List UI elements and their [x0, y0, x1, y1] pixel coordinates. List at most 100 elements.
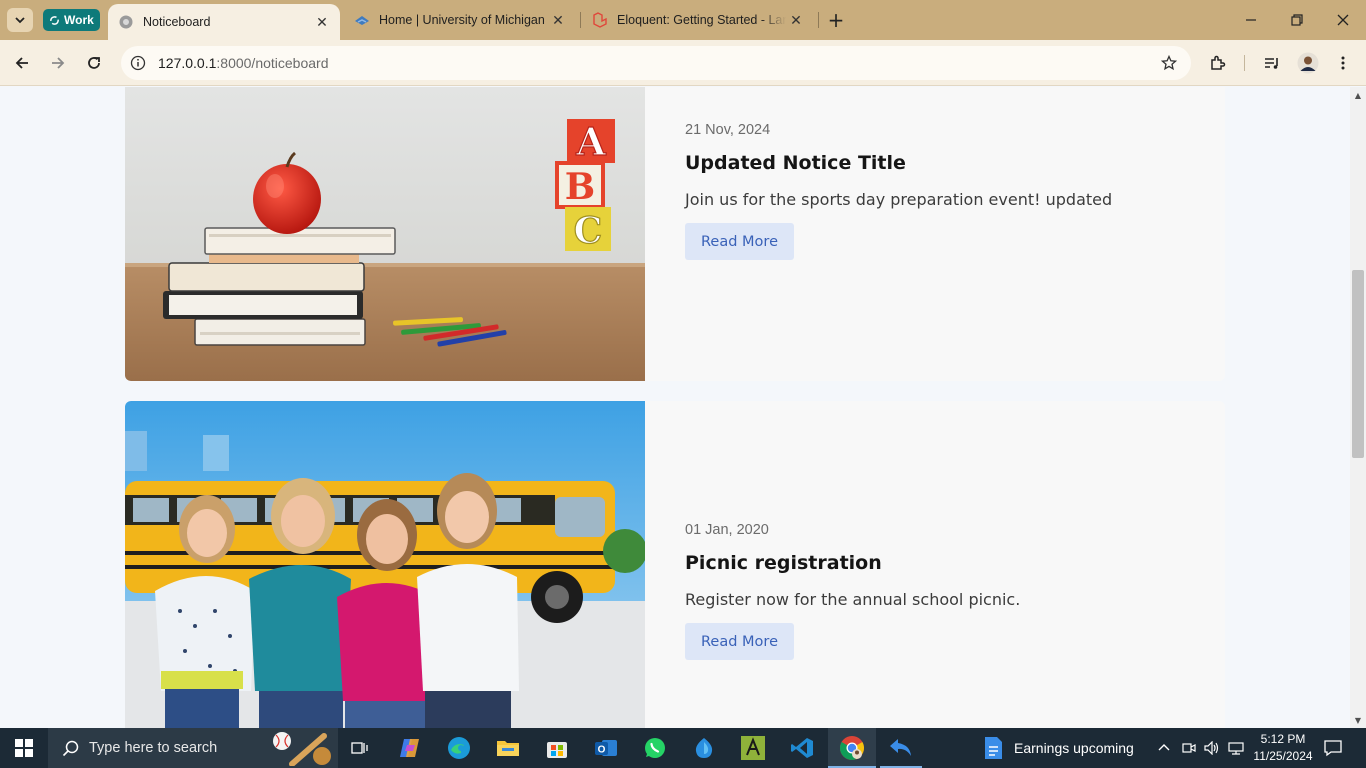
notice-date: 01 Jan, 2020	[685, 522, 769, 538]
app-drop-icon	[695, 738, 713, 758]
notification-center[interactable]	[1322, 728, 1344, 768]
more-vertical-icon	[1341, 56, 1345, 70]
profile-work-badge[interactable]: Work	[43, 9, 100, 31]
tab-separator	[818, 12, 819, 28]
tab-eloquent-laravel[interactable]: Eloquent: Getting Started - Laravel ✕	[592, 0, 812, 40]
browser-toolbar: 127.0.0.1:8000/noticeboard	[0, 40, 1366, 86]
laravel-favicon-icon	[592, 12, 608, 28]
news-widget[interactable]: Earnings upcoming	[982, 728, 1134, 768]
minimize-button[interactable]	[1239, 8, 1263, 32]
chrome-icon	[840, 736, 864, 760]
clock-date: 11/25/2024	[1253, 749, 1313, 763]
tray-network[interactable]	[1180, 728, 1198, 768]
media-queue-icon	[1265, 58, 1278, 69]
bookmark-star-icon[interactable]	[1159, 53, 1179, 73]
show-hidden-icons[interactable]	[1155, 728, 1173, 768]
url-path: :8000/noticeboard	[216, 55, 329, 71]
svg-text:B: B	[565, 166, 595, 208]
notice-card: 01 Jan, 2020 Picnic registration Registe…	[125, 401, 1225, 728]
arrow-right-icon	[52, 57, 65, 69]
baseball-bat-icon	[273, 732, 331, 766]
taskbar-store[interactable]	[543, 728, 571, 768]
news-text: Earnings upcoming	[1014, 740, 1134, 756]
notice-description: Join us for the sports day preparation e…	[685, 190, 1113, 209]
close-tab-icon[interactable]: ✕	[786, 10, 806, 30]
tab-title: Noticeboard	[143, 15, 211, 29]
extensions-button[interactable]	[1206, 51, 1230, 75]
taskbar-app-arrow[interactable]	[887, 728, 915, 768]
tray-ethernet[interactable]	[1227, 728, 1245, 768]
taskbar-edge[interactable]	[445, 728, 473, 768]
close-tab-icon[interactable]: ✕	[312, 12, 332, 32]
notice-image-apple-books: A B C	[125, 87, 645, 381]
meet-now-icon	[1182, 743, 1196, 753]
taskbar-app-blue[interactable]	[690, 728, 718, 768]
search-icon	[62, 740, 79, 756]
task-view-button[interactable]	[346, 728, 374, 768]
scroll-down-arrow-icon[interactable]: ▼	[1350, 712, 1366, 728]
scroll-thumb[interactable]	[1352, 270, 1364, 458]
profile-avatar-button[interactable]	[1296, 51, 1320, 75]
scroll-up-arrow-icon[interactable]: ▲	[1350, 87, 1366, 103]
windows-taskbar: Type here to search O Earnings upcoming …	[0, 728, 1366, 768]
start-button[interactable]	[0, 728, 48, 768]
notice-title: Picnic registration	[685, 552, 882, 574]
forward-button[interactable]	[46, 51, 70, 75]
tray-volume[interactable]	[1203, 728, 1221, 768]
work-badge-label: Work	[64, 13, 94, 27]
back-button[interactable]	[10, 51, 34, 75]
notice-title: Updated Notice Title	[685, 152, 906, 174]
taskbar-chrome[interactable]	[828, 728, 876, 768]
ethernet-icon	[1228, 742, 1244, 755]
reload-button[interactable]	[82, 51, 106, 75]
read-more-button[interactable]: Read More	[685, 623, 794, 660]
copilot-icon	[400, 739, 419, 757]
system-clock[interactable]: 5:12 PM 11/25/2024	[1244, 731, 1322, 765]
notice-card: A B C 21 Nov, 2024 Updated Notice Title …	[125, 87, 1225, 381]
new-tab-button[interactable]: +	[826, 8, 846, 32]
page-viewport: A B C 21 Nov, 2024 Updated Notice Title …	[0, 87, 1350, 728]
news-document-icon	[985, 737, 1002, 759]
taskbar-whatsapp[interactable]	[641, 728, 669, 768]
restore-button[interactable]	[1285, 8, 1309, 32]
taskbar-copilot[interactable]	[396, 728, 424, 768]
read-more-button[interactable]: Read More	[685, 223, 794, 260]
puzzle-icon	[1211, 55, 1226, 70]
windows-logo-icon	[15, 739, 33, 757]
chevron-down-icon	[15, 17, 25, 24]
taskbar-file-explorer[interactable]	[494, 728, 522, 768]
close-tab-icon[interactable]: ✕	[548, 10, 568, 30]
taskbar-outlook[interactable]: O	[592, 728, 620, 768]
notification-icon	[1324, 740, 1342, 757]
umich-favicon-icon	[354, 12, 370, 28]
search-placeholder: Type here to search	[89, 740, 218, 756]
store-icon	[547, 742, 567, 758]
arrow-left-icon	[15, 57, 28, 69]
browser-menu-button[interactable]	[1331, 51, 1355, 75]
edge-icon	[448, 737, 470, 759]
site-info-icon[interactable]	[128, 53, 148, 73]
svg-text:A: A	[575, 119, 606, 164]
notice-date: 21 Nov, 2024	[685, 122, 771, 138]
url-host: 127.0.0.1	[158, 55, 217, 71]
tab-noticeboard[interactable]: Noticeboard ✕	[108, 4, 340, 40]
media-control-button[interactable]	[1260, 51, 1284, 75]
tab-search-button[interactable]	[7, 8, 33, 32]
taskbar-search-box[interactable]: Type here to search	[48, 728, 338, 768]
address-bar[interactable]: 127.0.0.1:8000/noticeboard	[121, 46, 1191, 80]
tab-university-of-michigan[interactable]: Home | University of Michigan ✕	[354, 0, 574, 40]
close-window-button[interactable]	[1331, 8, 1355, 32]
tab-separator	[580, 12, 581, 28]
clock-time: 5:12 PM	[1260, 732, 1306, 746]
volume-icon	[1204, 741, 1219, 755]
task-view-icon	[351, 742, 368, 754]
taskbar-app-green[interactable]	[739, 728, 767, 768]
svg-text:C: C	[574, 210, 603, 252]
app-green-icon	[741, 736, 765, 760]
folder-icon	[497, 741, 519, 756]
tab-title: Home | University of Michigan	[379, 13, 545, 27]
taskbar-vscode[interactable]	[788, 728, 816, 768]
minimize-icon	[1246, 19, 1256, 21]
svg-text:O: O	[598, 745, 606, 756]
page-scrollbar[interactable]: ▲ ▼	[1350, 87, 1366, 728]
